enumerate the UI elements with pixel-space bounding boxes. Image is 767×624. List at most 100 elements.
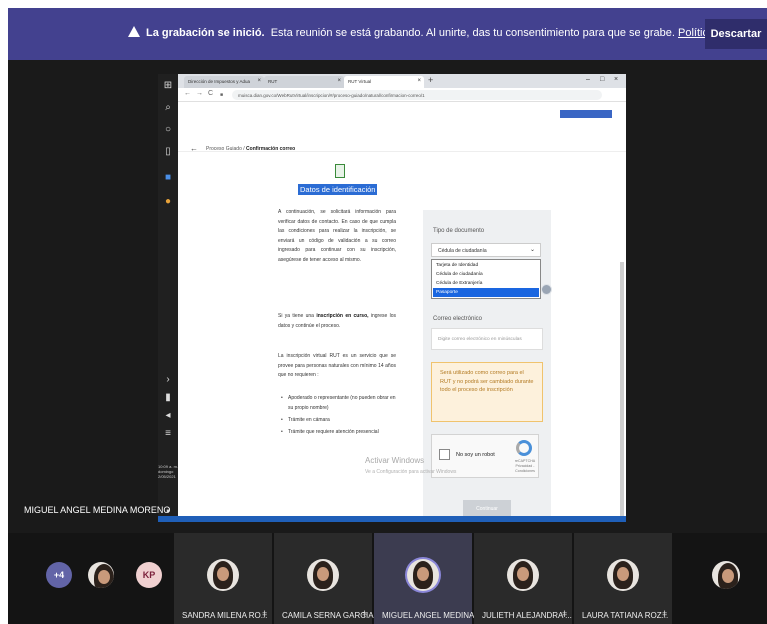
- volume-icon: ◂: [165, 410, 171, 421]
- screen-bottom-bar: [158, 516, 626, 522]
- recording-banner: La grabación se inició. Esta reunión se …: [8, 8, 767, 60]
- recording-title: La grabación se inició.: [146, 27, 265, 39]
- activate-windows-title: Activar Windows: [365, 456, 425, 465]
- participant-tile[interactable]: CAMILA SERNA GARCIA ǂ: [274, 533, 374, 624]
- participant-name: CAMILA SERNA GARCIA: [282, 611, 374, 620]
- maximize-icon[interactable]: □: [600, 76, 604, 83]
- email-label: Correo electrónico: [433, 316, 483, 322]
- mic-muted-icon: ǂ: [662, 609, 668, 619]
- tab-label: Dirección de Impuestos y Adua: [188, 79, 251, 84]
- browser-window: Dirección de Impuestos y Adua × RUT × RUT …: [178, 74, 626, 522]
- avatar: [712, 561, 740, 589]
- participant-name: SANDRA MILENA RO...: [182, 611, 268, 620]
- mic-muted-icon: ǂ: [262, 609, 268, 619]
- captcha-terms: Privacidad - Condiciones: [515, 464, 535, 473]
- participant-name: JULIETH ALEJANDRA ...: [482, 611, 572, 620]
- breadcrumb-current: Confirmación correo: [246, 146, 296, 152]
- participant-tile[interactable]: JULIETH ALEJANDRA ... ǂ: [474, 533, 572, 624]
- email-notice: Será utilizado como correo para el RUT y…: [431, 362, 543, 422]
- participant-name: LAURA TATIANA ROZ...: [582, 611, 669, 620]
- tab-label: RUT: [268, 79, 278, 84]
- requirement-item: Trámite en cámara: [281, 416, 396, 426]
- recaptcha-icon: [516, 440, 532, 456]
- participant-tile-speaking[interactable]: MIGUEL ANGEL MEDINA ...: [374, 533, 483, 624]
- scrollbar[interactable]: [620, 262, 624, 522]
- close-icon[interactable]: ×: [257, 78, 261, 84]
- avatar-face: [417, 567, 429, 581]
- language-icon: ≡: [165, 428, 171, 439]
- windows-taskbar: ⊞ ⌕ ○ ▯ ■ ● › ▮ ◂ ≡ 10:09 a. m. domingo …: [158, 74, 178, 522]
- avatar-face: [317, 567, 329, 581]
- recording-message: La grabación se inició. Esta reunión se …: [128, 26, 767, 39]
- participant-tile[interactable]: LAURA TATIANA ROZ... ǂ: [574, 533, 672, 624]
- tab-rut[interactable]: RUT ×: [264, 76, 344, 88]
- tab-strip: Dirección de Impuestos y Adua × RUT × RUT …: [178, 74, 626, 88]
- doc-type-dropdown: Tarjeta de Identidad Cédula de ciudadaní…: [431, 259, 541, 299]
- requirement-item: Trámite que requiere atención presencial: [281, 428, 396, 438]
- tab-rut-virtual[interactable]: RUT Virtual ×: [344, 76, 424, 88]
- id-card-icon: [335, 164, 345, 178]
- overflow-count[interactable]: +4: [46, 562, 72, 588]
- tray-arrow-icon: ›: [166, 374, 170, 385]
- address-bar: ← → C ■ muisca.dian.gov.co/WebRutVirtual…: [178, 88, 626, 102]
- minimize-icon[interactable]: –: [586, 76, 590, 83]
- doc-type-value: Cédula de ciudadanía: [438, 248, 487, 254]
- avatar-face: [617, 567, 629, 581]
- doc-option-tarjeta[interactable]: Tarjeta de Identidad: [433, 261, 539, 270]
- participant-tile[interactable]: SANDRA MILENA RO... ǂ: [174, 533, 272, 624]
- avatar-face: [722, 569, 734, 583]
- url-field[interactable]: muisca.dian.gov.co/WebRutVirtual/inscrip…: [232, 90, 602, 100]
- new-tab-icon[interactable]: +: [428, 75, 433, 85]
- avatar-face: [217, 567, 229, 581]
- intro-paragraph: A continuación, se solicitará informació…: [278, 209, 396, 263]
- avatar-face: [98, 570, 110, 584]
- captcha-brand: reCAPTCHA Privacidad - Condiciones: [512, 459, 538, 474]
- doc-type-select[interactable]: Cédula de ciudadanía ⌄: [431, 243, 541, 257]
- breadcrumb: ← Proceso Guiado / Confirmación correo: [190, 144, 296, 153]
- doc-type-label: Tipo de documento: [433, 228, 485, 234]
- back-arrow-icon[interactable]: ←: [190, 144, 198, 153]
- network-icon: ▮: [165, 392, 171, 403]
- in-progress-bold: inscripción en curso,: [316, 313, 369, 319]
- chrome-app-icon: ●: [164, 196, 172, 207]
- identification-form: Tipo de documento Cédula de ciudadanía ⌄ …: [423, 210, 552, 522]
- search-icon: ⌕: [165, 102, 171, 113]
- chevron-down-icon: ⌄: [529, 247, 535, 253]
- window-close-icon[interactable]: ×: [614, 76, 618, 83]
- avatar-face: [517, 567, 529, 581]
- cortana-icon: ○: [164, 124, 172, 135]
- lock-icon: ■: [220, 92, 224, 98]
- teams-app-icon: ■: [164, 172, 172, 183]
- kp-avatar: KP: [136, 562, 162, 588]
- taskbar-clock: 10:09 a. m. domingo 2/05/2021: [158, 464, 178, 479]
- back-icon[interactable]: ←: [184, 90, 191, 97]
- in-progress-paragraph: Si ya tiene una inscripción en curso, in…: [278, 312, 396, 331]
- doc-option-pasaporte[interactable]: Pasaporte: [433, 288, 539, 297]
- close-icon[interactable]: ×: [417, 78, 421, 84]
- teams-meeting-window: La grabación se inició. Esta reunión se …: [8, 8, 767, 624]
- windows-start-icon: ⊞: [163, 80, 173, 91]
- breadcrumb-root[interactable]: Proceso Guiado: [206, 146, 242, 152]
- mic-muted-icon: ǂ: [562, 609, 568, 619]
- email-field[interactable]: Digite correo electrónico en minúsculas: [431, 328, 543, 350]
- forward-icon[interactable]: →: [196, 90, 203, 97]
- shared-screen: ⊞ ⌕ ○ ▯ ■ ● › ▮ ◂ ≡ 10:09 a. m. domingo …: [158, 74, 626, 522]
- close-icon[interactable]: ×: [337, 78, 341, 84]
- in-progress-prefix: Si ya tiene una: [278, 313, 314, 319]
- captcha-label: No soy un robot: [456, 452, 495, 458]
- dismiss-button[interactable]: Descartar: [705, 19, 767, 49]
- avatar: [307, 559, 339, 591]
- help-icon[interactable]: [541, 284, 552, 295]
- tab-label: RUT Virtual: [348, 79, 372, 84]
- requirement-item: Apoderado o representante (no pueden obr…: [281, 394, 396, 413]
- tab-dian[interactable]: Dirección de Impuestos y Adua ×: [184, 76, 264, 88]
- dian-logo: [560, 110, 612, 118]
- participant-name: MIGUEL ANGEL MEDINA ...: [382, 611, 483, 620]
- avatar: [207, 559, 239, 591]
- doc-option-cedula[interactable]: Cédula de ciudadanía: [433, 270, 539, 279]
- recording-text: Esta reunión se está grabando. Al unirte…: [270, 27, 675, 39]
- reload-icon[interactable]: C: [208, 90, 213, 97]
- warning-icon: [128, 26, 140, 37]
- captcha-checkbox[interactable]: [439, 449, 450, 460]
- doc-option-extranjeria[interactable]: Cédula de Extranjería: [433, 279, 539, 288]
